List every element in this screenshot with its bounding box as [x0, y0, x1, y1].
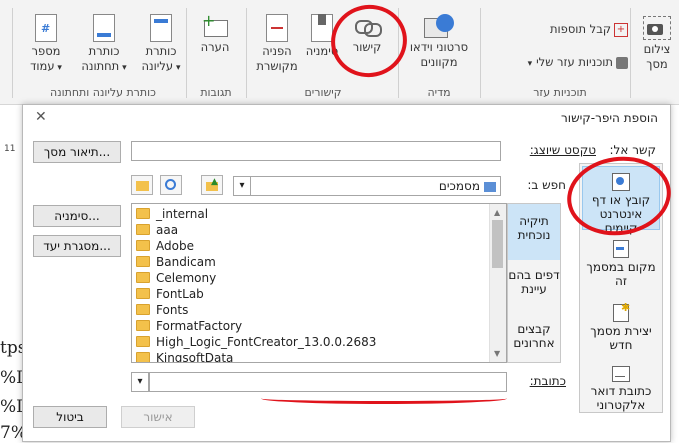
email-icon: [612, 366, 630, 382]
link-type-existing-file[interactable]: קובץ או דף אינטרנט קיימים: [582, 166, 660, 235]
tab-current-folder[interactable]: תיקיה נוכחית: [508, 204, 560, 260]
header-button[interactable]: כותרת עליונה ▾: [136, 14, 186, 76]
folder-icon: [136, 224, 150, 235]
group-comments: תגובות: [200, 86, 232, 99]
insert-hyperlink-dialog: הוספת היפר-קישור ✕ קשר אל: טקסט שיוצג: ת…: [22, 104, 671, 442]
online-video-icon: [424, 14, 454, 38]
chevron-down-icon: ▾: [527, 59, 533, 69]
document-area: 11 tps %D %D 7%D: [0, 105, 41, 443]
file-list-item[interactable]: Bandicam: [132, 254, 506, 270]
address-dropdown-arrow[interactable]: ▾: [131, 372, 149, 392]
link-type-place-in-document[interactable]: מקום במסמך זה: [582, 240, 660, 288]
group-addins: תוכניות עזר: [533, 86, 587, 99]
link-type-panel: קובץ או דף אינטרנט קיימים מקום במסמך זה …: [579, 163, 663, 413]
cross-reference-button[interactable]: הפניה מקושרת: [252, 14, 302, 74]
folder-icon: [136, 272, 150, 283]
get-addins-button[interactable]: +קבל תוספות: [520, 22, 628, 37]
file-list-item[interactable]: KingsoftData: [132, 350, 506, 362]
file-list-item[interactable]: High_Logic_FontCreator_13.0.0.2683: [132, 334, 506, 350]
group-links: קישורים: [304, 86, 342, 99]
new-document-icon: ✱: [613, 301, 630, 322]
store-icon: +: [614, 22, 628, 37]
ribbon: צילום מסך +קבל תוספות תוכניות עזר שלי▾ ת…: [0, 0, 679, 105]
file-list-item[interactable]: Fonts: [132, 302, 506, 318]
file-list-item[interactable]: aaa: [132, 222, 506, 238]
folder-icon: [484, 181, 496, 192]
cancel-button[interactable]: ביטול: [33, 406, 107, 428]
file-list-item[interactable]: Adobe: [132, 238, 506, 254]
group-media: מדיה: [427, 86, 451, 99]
folder-icon: [136, 256, 150, 267]
browse-web-icon[interactable]: [160, 175, 182, 195]
browse-tabs: תיקיה נוכחית דפים בהם עיינת קבצים אחרוני…: [507, 203, 561, 363]
folder-icon: [136, 320, 150, 331]
look-in-dropdown-arrow[interactable]: ▾: [233, 176, 251, 196]
new-comment-icon: +: [202, 13, 228, 38]
folder-icon: [136, 288, 150, 299]
file-list-item[interactable]: FormatFactory: [132, 318, 506, 334]
camera-icon: [643, 16, 671, 40]
bookmark-dialog-button[interactable]: סימניה...: [33, 205, 121, 227]
tab-browsed-pages[interactable]: דפים בהם עיינת: [508, 268, 560, 296]
group-header-footer: כותרת עליונה ותחתונה: [50, 86, 156, 99]
bookmark-button[interactable]: סימניה: [300, 14, 344, 59]
page-number-icon: #: [35, 14, 57, 42]
address-input[interactable]: [149, 372, 507, 392]
cross-reference-icon: [266, 14, 288, 42]
link-icon: [353, 14, 382, 38]
link-button[interactable]: קישור: [343, 14, 391, 55]
target-frame-button[interactable]: מסגרת יעד...: [33, 235, 121, 257]
bookmark-icon: [311, 14, 333, 42]
header-icon: [150, 14, 172, 42]
file-list-item[interactable]: FontLab: [132, 286, 506, 302]
place-in-document-icon: [613, 240, 629, 258]
text-to-display-input[interactable]: [131, 141, 501, 161]
chevron-down-icon: ▾: [173, 63, 181, 73]
my-addins-button[interactable]: תוכניות עזר שלי▾: [486, 55, 628, 72]
file-list-item[interactable]: _internal: [132, 206, 506, 222]
footer-icon: [93, 14, 115, 42]
address-label: כתובת:: [529, 374, 566, 388]
ok-button[interactable]: אישור: [121, 406, 195, 428]
annotation-underline: [261, 393, 507, 404]
footer-button[interactable]: כותרת תחתונה ▾: [72, 14, 136, 76]
link-type-new-document[interactable]: ✱ יצירת מסמך חדש: [582, 301, 660, 352]
folder-icon: [136, 240, 150, 251]
tab-recent-files[interactable]: קבצים אחרונים: [508, 322, 560, 350]
link-to-label: קשר אל:: [609, 143, 657, 157]
ruler-mark: 11: [4, 144, 16, 154]
file-list[interactable]: ▲ ▼ _internal aaa Adobe Bandicam Celemony Fon…: [131, 203, 507, 363]
chevron-down-icon: ▾: [54, 63, 62, 73]
file-list-item[interactable]: Celemony: [132, 270, 506, 286]
folder-icon: [136, 352, 150, 362]
look-in-select[interactable]: מסמכים: [233, 176, 501, 196]
screentip-button[interactable]: תיאור מסך...: [33, 141, 121, 163]
browse-file-icon[interactable]: [131, 175, 153, 195]
up-folder-icon[interactable]: ▲: [201, 175, 223, 195]
dialog-title: הוספת היפר-קישור: [561, 111, 658, 125]
screenshot-button[interactable]: צילום מסך: [636, 14, 678, 72]
folder-icon: [136, 304, 150, 315]
page-number-button[interactable]: # מספר עמוד ▾: [20, 14, 72, 76]
text-to-display-label: טקסט שיוצג:: [529, 143, 596, 157]
close-icon[interactable]: ✕: [35, 109, 47, 125]
chevron-down-icon: ▾: [119, 63, 127, 73]
online-video-button[interactable]: סרטוני וידאו מקוונים: [402, 14, 476, 70]
folder-icon: [136, 208, 150, 219]
look-in-label: חפש ב:: [527, 178, 566, 192]
existing-file-icon: [612, 173, 630, 191]
comment-button[interactable]: + הערה: [190, 13, 240, 55]
folder-icon: [136, 336, 150, 347]
addins-icon: [616, 56, 628, 69]
link-type-email-address[interactable]: כתובת דואר אלקטרוני: [582, 366, 660, 412]
